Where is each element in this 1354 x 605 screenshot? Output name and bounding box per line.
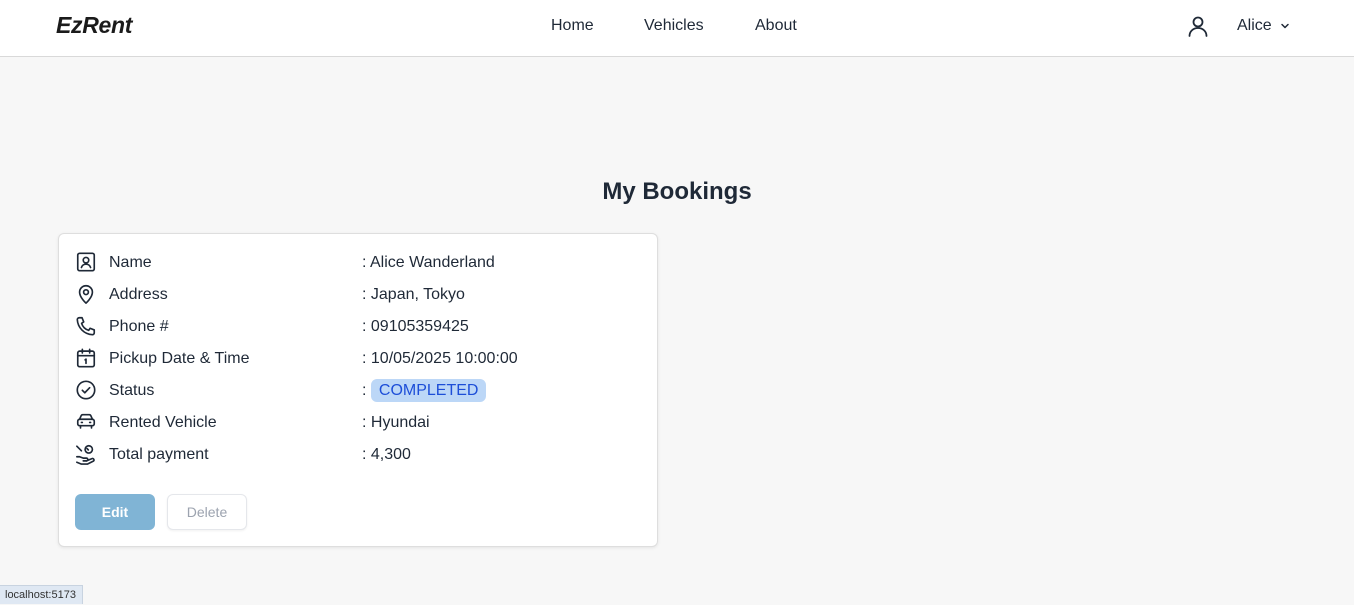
calendar-icon <box>75 347 97 369</box>
phone-icon <box>75 315 97 337</box>
booking-row-payment: Total payment : 4,300 <box>75 443 645 467</box>
hand-coins-icon <box>75 443 97 465</box>
booking-label: Address <box>109 286 168 303</box>
delete-button[interactable]: Delete <box>167 494 247 530</box>
booking-label: Rented Vehicle <box>109 414 217 431</box>
booking-value: : Hyundai <box>362 414 430 431</box>
booking-row-name: Name : Alice Wanderland <box>75 251 645 275</box>
nav-vehicles-link[interactable]: Vehicles <box>644 17 704 35</box>
booking-row-pickup: Pickup Date & Time : 10/05/2025 10:00:00 <box>75 347 645 371</box>
nav-home-link[interactable]: Home <box>551 17 594 35</box>
page-title: My Bookings <box>602 178 752 205</box>
booking-value: : COMPLETED <box>362 379 487 402</box>
booking-row-address: Address : Japan, Tokyo <box>75 283 645 307</box>
booking-row-vehicle: Rented Vehicle : Hyundai <box>75 411 645 435</box>
user-menu-dropdown[interactable]: Alice <box>1237 17 1290 35</box>
booking-value: : 10/05/2025 10:00:00 <box>362 350 518 367</box>
browser-status-url: localhost:5173 <box>0 585 83 604</box>
booking-label: Total payment <box>109 446 209 463</box>
nav-about-link[interactable]: About <box>755 17 797 35</box>
user-icon[interactable] <box>1186 14 1210 38</box>
car-icon <box>75 411 97 433</box>
booking-label: Status <box>109 382 155 399</box>
booking-value: : 4,300 <box>362 446 411 463</box>
booking-value: : 09105359425 <box>362 318 469 335</box>
contact-card-icon <box>75 251 97 273</box>
user-name-label: Alice <box>1237 17 1272 34</box>
booking-value: : Japan, Tokyo <box>362 286 465 303</box>
booking-value: : Alice Wanderland <box>362 254 495 271</box>
map-pin-icon <box>75 283 97 305</box>
check-circle-icon <box>75 379 97 401</box>
edit-button[interactable]: Edit <box>75 494 155 530</box>
chevron-down-icon <box>1280 21 1290 31</box>
booking-card: Name : Alice Wanderland Address : Japan,… <box>58 233 658 547</box>
brand-logo[interactable]: EzRent <box>56 12 132 39</box>
booking-label: Name <box>109 254 152 271</box>
booking-label: Pickup Date & Time <box>109 350 250 367</box>
status-prefix: : <box>362 382 371 399</box>
booking-row-phone: Phone # : 09105359425 <box>75 315 645 339</box>
booking-row-status: Status : COMPLETED <box>75 379 645 403</box>
top-navbar: EzRent Home Vehicles About Alice <box>0 0 1354 57</box>
booking-label: Phone # <box>109 318 169 335</box>
status-badge: COMPLETED <box>370 379 487 402</box>
